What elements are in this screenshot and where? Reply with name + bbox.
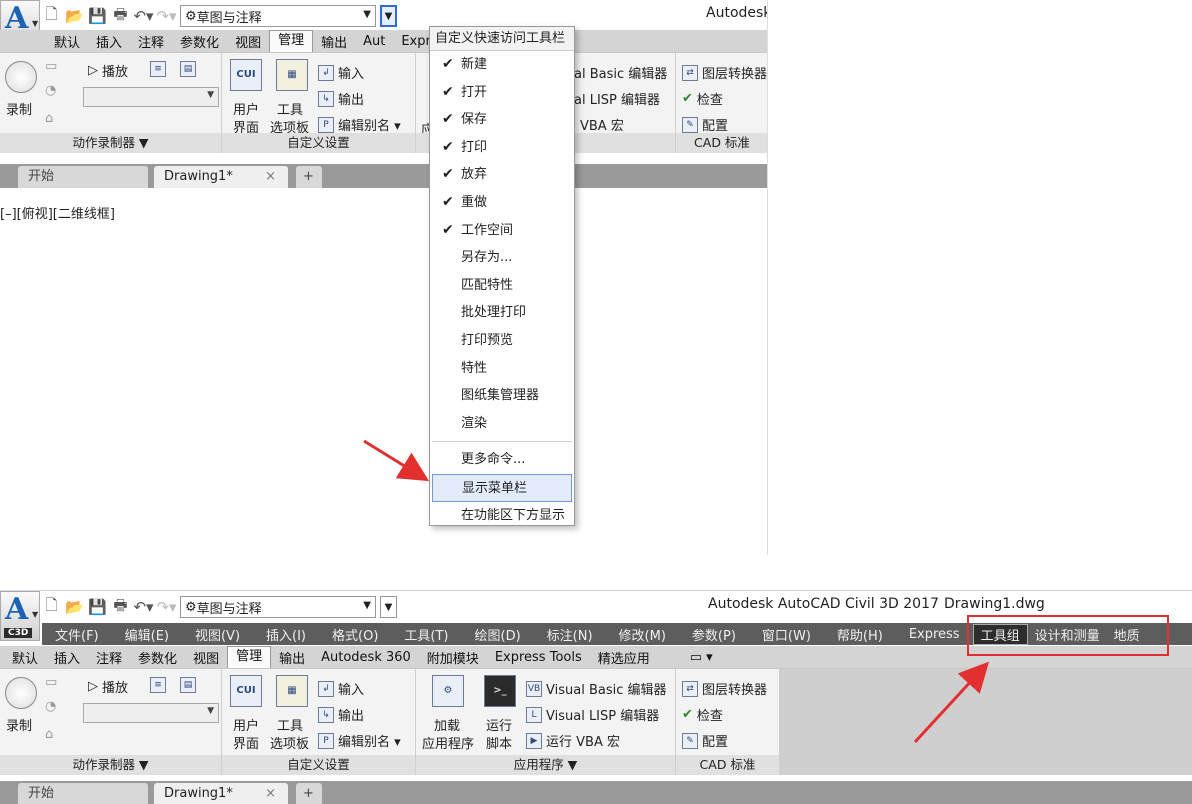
arrow-to-show-menubar (363, 439, 430, 482)
arrow-to-menubar (913, 661, 990, 744)
annotation-arrows (363, 439, 990, 744)
